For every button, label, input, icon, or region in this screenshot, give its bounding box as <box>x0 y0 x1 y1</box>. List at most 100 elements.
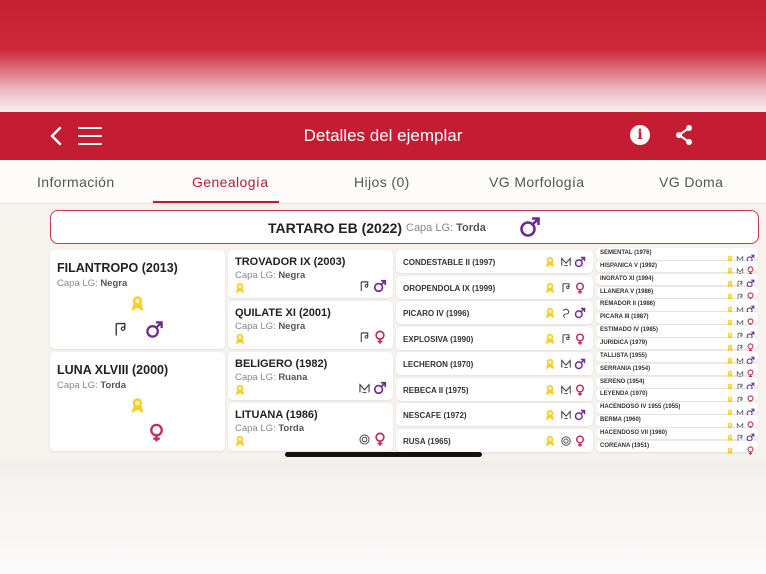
gen3-horse-card[interactable]: REBECA II (1975) <box>396 377 593 401</box>
gen4-horse-card[interactable]: HACENDOSO VII (1960) <box>596 427 758 442</box>
home-indicator <box>285 452 482 457</box>
gen3-horse-card[interactable]: PICARO IV (1996) <box>396 301 593 324</box>
male-icon <box>373 279 387 298</box>
gen4-horse-card[interactable]: COREANA (1951) <box>596 440 758 456</box>
gen4-horse-card[interactable]: SEMENTAL (1976) <box>596 248 758 263</box>
gen2-horse-card[interactable]: BELIGERO (1982) Capa LG: Ruana <box>228 352 393 400</box>
horse-name: RUSA (1965) <box>403 436 451 446</box>
gen3-horse-card[interactable]: EXPLOSIVA (1990) <box>396 326 593 350</box>
female-icon <box>373 432 387 451</box>
horse-name: QUILATE XI (2001) <box>235 307 331 319</box>
horse-name: REMADOR II (1986) <box>600 301 656 308</box>
blurred-background-top <box>0 0 766 112</box>
medal-icon <box>544 434 556 452</box>
horse-name: TALLISTA (1955) <box>600 352 647 359</box>
gen4-horse-card[interactable]: TALLISTA (1955) <box>596 350 758 365</box>
medal-icon <box>234 434 246 452</box>
gen2-horse-card[interactable]: LITUANA (1986) Capa LG: Torda <box>228 403 393 451</box>
tab-genealogia[interactable]: Genealogía <box>192 174 268 190</box>
root-horse-card[interactable]: TARTARO EB (2022) Capa LG: Torda <box>50 210 759 244</box>
root-horse-name: TARTARO EB (2022) <box>268 220 403 236</box>
coat-color: Capa LG: Torda <box>57 380 126 391</box>
gen4-horse-card[interactable]: JURIDICA (1979) <box>596 337 758 353</box>
active-tab-indicator <box>153 201 279 203</box>
gen4-horse-card[interactable]: ESTIMADO IV (1985) <box>596 325 758 340</box>
gen1-horse-card[interactable]: FILANTROPO (2013) Capa LG: Negra <box>50 250 225 349</box>
horse-name: EXPLOSIVA (1990) <box>403 334 474 344</box>
horse-name: PICARA III (1987) <box>600 314 649 321</box>
medal-icon <box>234 281 246 299</box>
brand-icon <box>560 255 572 273</box>
male-icon <box>373 381 387 400</box>
female-icon <box>147 423 166 447</box>
medal-icon <box>544 357 556 375</box>
brand-icon <box>560 408 572 426</box>
horse-name: NESCAFE (1972) <box>403 411 467 420</box>
gen1-horse-card[interactable]: LUNA XLVIII (2000) Capa LG: Torda <box>50 352 225 451</box>
page-title: Detalles del ejemplar <box>303 126 463 145</box>
medal-icon <box>544 255 556 273</box>
gen4-horse-card[interactable]: HISPANICA V (1992) <box>596 260 758 276</box>
horse-name: BERMA (1960) <box>600 417 641 424</box>
coat-color: Capa LG: Ruana <box>235 372 308 383</box>
gen4-horse-card[interactable]: LEYENDA (1970) <box>596 389 758 404</box>
gen4-horse-card[interactable]: REMADOR II (1986) <box>596 299 758 314</box>
brand-icon <box>560 357 572 375</box>
music-note-icon <box>112 321 129 343</box>
note-icon <box>358 280 371 298</box>
note-icon <box>358 331 371 349</box>
horse-name: CONDESTABLE II (1997) <box>403 258 496 267</box>
gen3-horse-card[interactable]: OROPENDOLA IX (1999) <box>396 275 593 299</box>
medal-icon <box>726 442 734 460</box>
navigation-bar: Detalles del ejemplar i <box>0 112 766 160</box>
female-icon <box>574 281 586 299</box>
medal-icon <box>544 332 556 350</box>
horse-name: COREANA (1951) <box>600 442 650 449</box>
horse-name: SEMENTAL (1976) <box>600 250 652 256</box>
female-icon <box>574 332 586 350</box>
gen4-horse-card[interactable]: SERRANIA (1954) <box>596 363 758 378</box>
horse-name: BELIGERO (1982) <box>235 358 328 370</box>
horse-name: ESTIMADO IV (1985) <box>600 327 659 334</box>
tab-hijos[interactable]: Hijos (0) <box>354 174 410 190</box>
gen3-horse-card[interactable]: LECHERON (1970) <box>396 352 593 375</box>
root-horse-coat: Capa LG: Torda <box>406 222 486 234</box>
gen4-horse-card[interactable]: BERMA (1960) <box>596 415 758 430</box>
info-icon[interactable]: i <box>630 125 650 145</box>
tab-vg-morfologia[interactable]: VG Morfología <box>489 174 584 190</box>
share-icon[interactable] <box>673 124 695 146</box>
brand-icon <box>358 382 371 400</box>
medal-icon <box>544 306 556 324</box>
male-icon <box>574 357 586 375</box>
medal-icon <box>234 332 246 350</box>
gen4-horse-card[interactable]: HACENDOSO IV 1955 (1955) <box>596 402 758 417</box>
gen4-horse-card[interactable]: SERENO (1954) <box>596 376 758 391</box>
coat-color: Capa LG: Negra <box>57 278 128 289</box>
tab-informacion[interactable]: Información <box>37 174 115 190</box>
horse-name: TROVADOR IX (2003) <box>235 256 346 268</box>
horse-name: FILANTROPO (2013) <box>57 261 178 275</box>
gen3-horse-card[interactable]: CONDESTABLE II (1997) <box>396 250 593 273</box>
coat-color: Capa LG: Negra <box>235 270 306 281</box>
ring-icon <box>560 434 572 452</box>
curl-icon <box>560 306 572 324</box>
horse-name: HISPANICA V (1992) <box>600 262 658 269</box>
note-icon <box>560 281 572 299</box>
medal-icon <box>129 397 146 419</box>
male-icon <box>574 306 586 324</box>
gen2-horse-card[interactable]: TROVADOR IX (2003) Capa LG: Negra <box>228 250 393 298</box>
note-icon <box>560 332 572 350</box>
horse-name: SERRANIA (1954) <box>600 365 651 372</box>
gen3-horse-card[interactable]: NESCAFE (1972) <box>396 403 593 426</box>
female-icon <box>373 330 387 349</box>
horse-name: LLANERA V (1986) <box>600 288 654 295</box>
gen2-horse-card[interactable]: QUILATE XI (2001) Capa LG: Negra <box>228 301 393 349</box>
gen3-horse-card[interactable]: RUSA (1965) <box>396 428 593 452</box>
gen4-horse-card[interactable]: PICARA III (1987) <box>596 312 758 327</box>
tab-vg-doma[interactable]: VG Doma <box>659 174 723 190</box>
brand-icon <box>560 383 572 401</box>
gen4-horse-card[interactable]: INGRATO XI (1994) <box>596 273 758 288</box>
gen4-horse-card[interactable]: LLANERA V (1986) <box>596 286 758 301</box>
female-icon <box>746 442 755 460</box>
horse-name: LEYENDA (1970) <box>600 391 648 398</box>
